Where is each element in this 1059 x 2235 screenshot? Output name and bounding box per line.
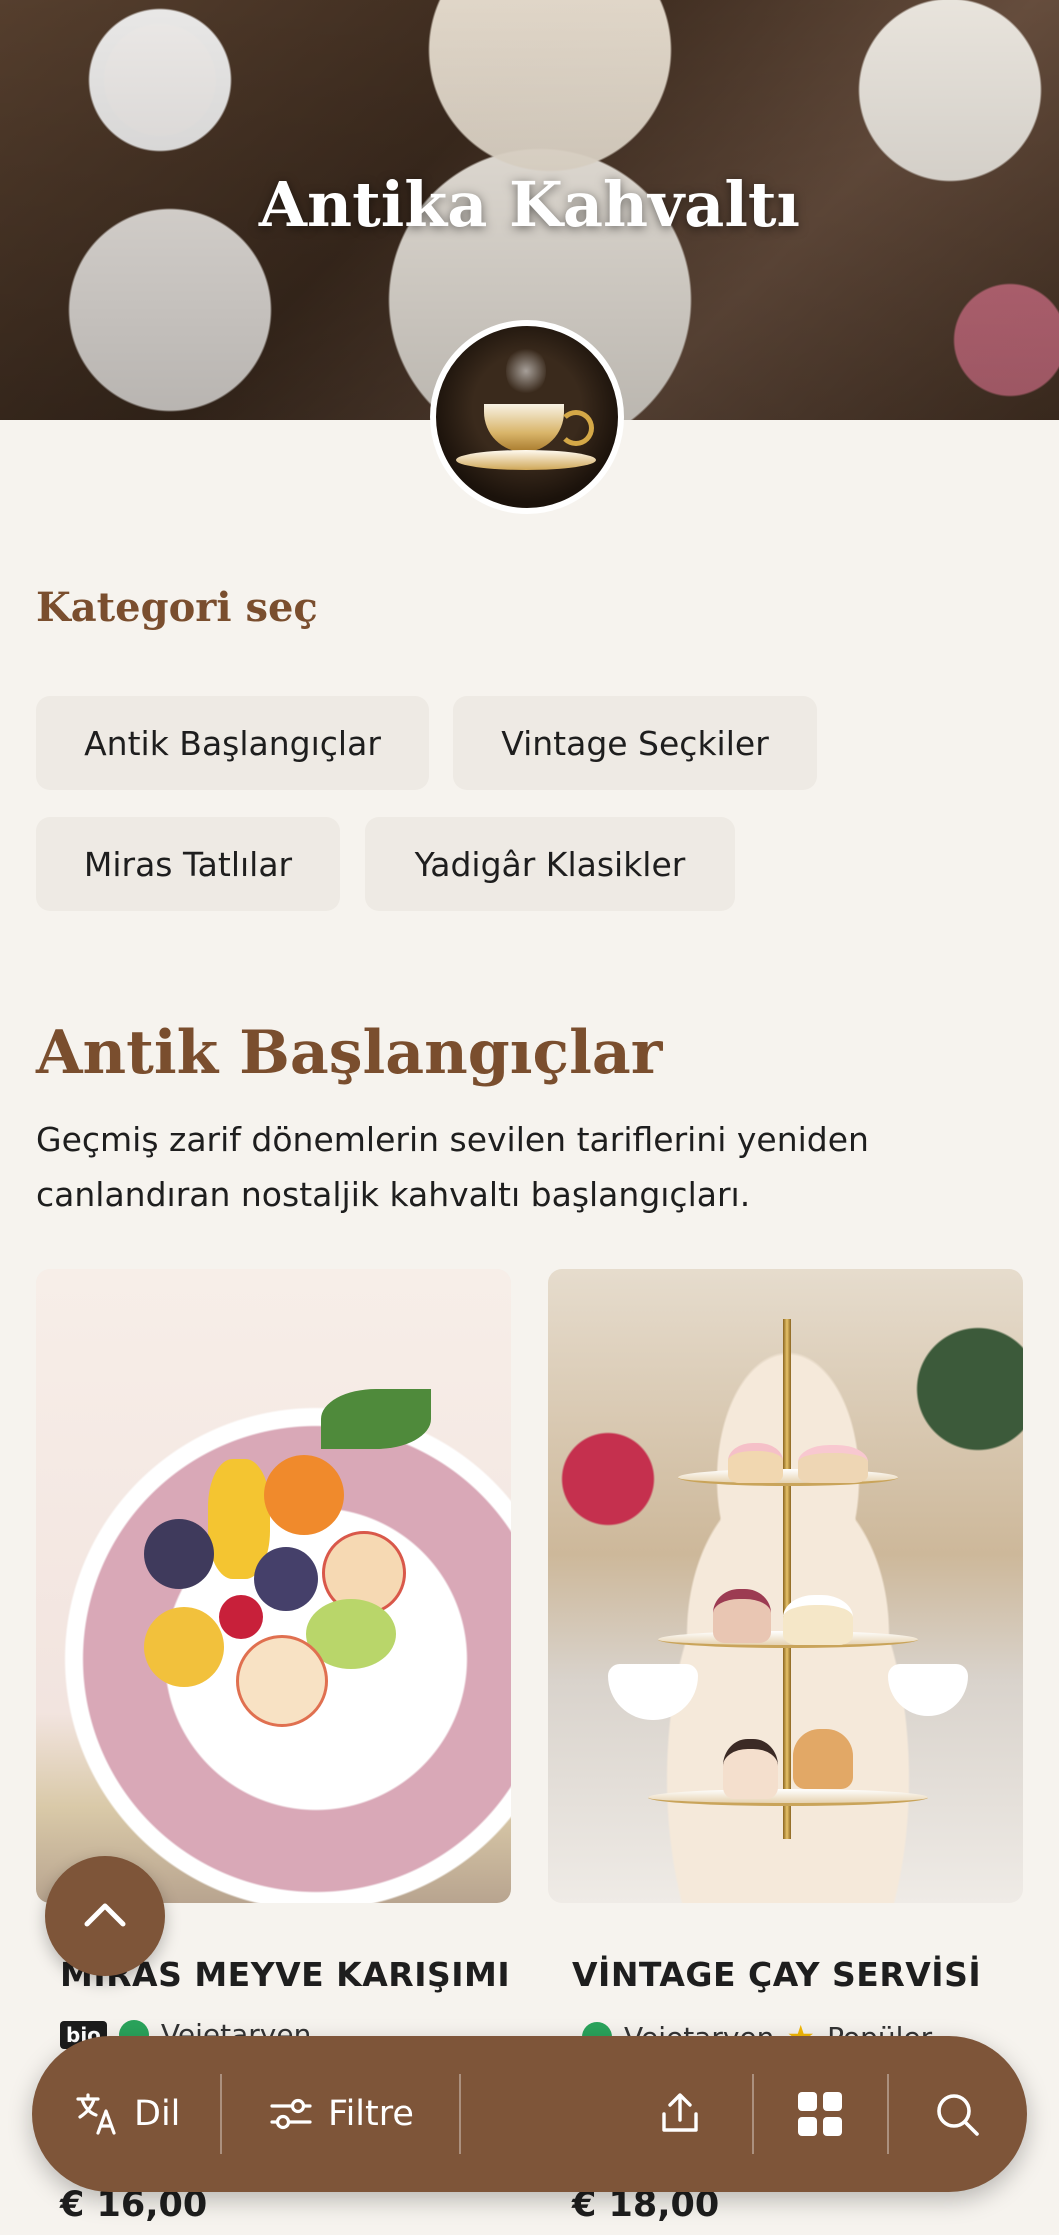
section-title: Antik Başlangıçlar [36,1018,663,1088]
product-image-fruit-mix[interactable] [36,1269,511,1903]
grid-icon [798,2092,842,2136]
pastry-shape [728,1443,783,1483]
yellow-apple-shape [144,1607,224,1687]
cup-shape [484,404,564,452]
toolbar-divider [887,2074,889,2154]
product-name[interactable]: VİNTAGE ÇAY SERVİSİ [572,1955,981,1994]
share-button[interactable] [656,2036,704,2192]
scroll-to-top-button[interactable] [45,1856,165,1976]
teacup-shape [608,1664,698,1720]
restaurant-title: Antika Kahvaltı [258,168,801,241]
leaf-shape [321,1389,431,1449]
grape-cluster-shape [254,1547,318,1611]
pastry-shape [723,1739,778,1799]
grape-cluster-shape [144,1519,214,1589]
pastry-shape [713,1589,771,1643]
language-button[interactable]: Dil [74,2036,180,2192]
product-image-tea-service[interactable] [548,1269,1023,1903]
cake-stand-pole [783,1319,791,1839]
translate-icon [76,2093,116,2135]
raspberry-shape [219,1595,263,1639]
filter-label: Filtre [328,2094,414,2134]
toolbar-divider [220,2074,222,2154]
bottom-toolbar: Dil Filtre [32,2036,1027,2192]
restaurant-logo [430,320,624,514]
saucer-shape [456,450,596,470]
category-chip-yadigar-klasikler[interactable]: Yadigâr Klasikler [365,817,735,911]
category-chip-miras-tatlilar[interactable]: Miras Tatlılar [36,817,340,911]
search-button[interactable] [932,2036,982,2192]
steam-decoration [506,346,546,396]
filter-icon [270,2098,312,2130]
share-icon [662,2093,698,2132]
category-chip-antik-baslangiclar[interactable]: Antik Başlangıçlar [36,696,429,790]
grid-view-button[interactable] [796,2036,844,2192]
pastry-shape [783,1595,853,1645]
pastry-shape [793,1729,853,1789]
pastry-shape [798,1445,868,1483]
language-label: Dil [134,2094,181,2134]
apple-half-shape [236,1635,328,1727]
toolbar-divider [752,2074,754,2154]
category-chip-vintage-seckiler[interactable]: Vintage Seçkiler [453,696,817,790]
teacup-shape [888,1664,968,1716]
category-heading: Kategori seç [36,584,318,631]
cake-stand-tier [648,1789,928,1806]
cup-handle-shape [558,410,594,446]
filter-button[interactable]: Filtre [268,2036,414,2192]
section-description: Geçmiş zarif dönemlerin sevilen tarifler… [36,1120,869,1214]
toolbar-divider [459,2074,461,2154]
search-icon [937,2094,979,2136]
chevron-up-icon [84,1903,126,1927]
orange-shape [264,1455,344,1535]
